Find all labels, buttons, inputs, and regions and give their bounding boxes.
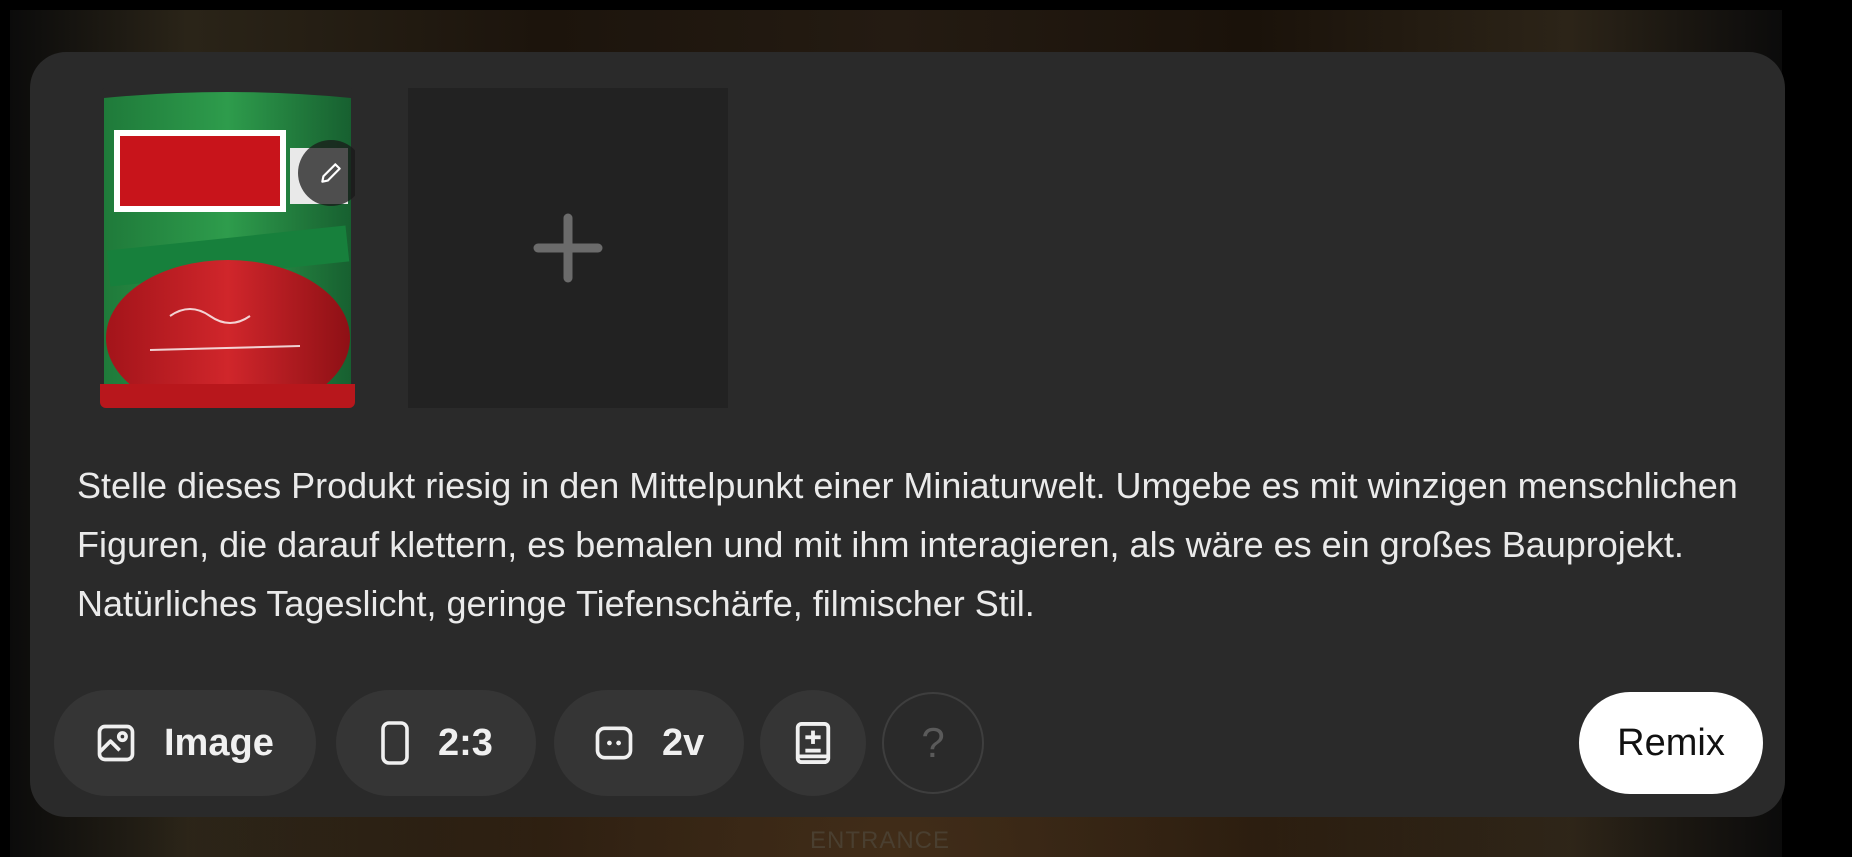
plus-icon — [533, 213, 603, 283]
portrait-frame-icon — [381, 721, 409, 765]
presets-button[interactable] — [760, 690, 866, 796]
image-icon — [97, 724, 135, 762]
pencil-icon — [321, 163, 341, 183]
add-image-button[interactable] — [408, 88, 728, 408]
aspect-ratio-label: 2:3 — [438, 721, 493, 764]
variations-icon — [595, 726, 633, 760]
mode-image-button[interactable]: Image — [54, 690, 316, 796]
edit-image-button[interactable] — [298, 140, 355, 206]
help-button[interactable]: ? — [882, 692, 984, 794]
product-image — [100, 88, 355, 408]
background-entrance-text: ENTRANCE — [810, 827, 951, 854]
aspect-ratio-button[interactable]: 2:3 — [336, 690, 536, 796]
remix-button[interactable]: Remix — [1579, 692, 1763, 794]
variations-label: 2v — [662, 721, 705, 764]
variations-button[interactable]: 2v — [554, 690, 744, 796]
mode-label: Image — [164, 721, 274, 764]
book-icon — [795, 722, 831, 764]
prompt-composer-panel: Stelle dieses Produkt riesig in den Mitt… — [30, 52, 1785, 817]
composer-toolbar: Image 2:3 2v ? Remix — [30, 690, 1785, 796]
reference-image-thumbnail[interactable] — [100, 88, 355, 408]
prompt-text[interactable]: Stelle dieses Produkt riesig in den Mitt… — [77, 456, 1767, 633]
